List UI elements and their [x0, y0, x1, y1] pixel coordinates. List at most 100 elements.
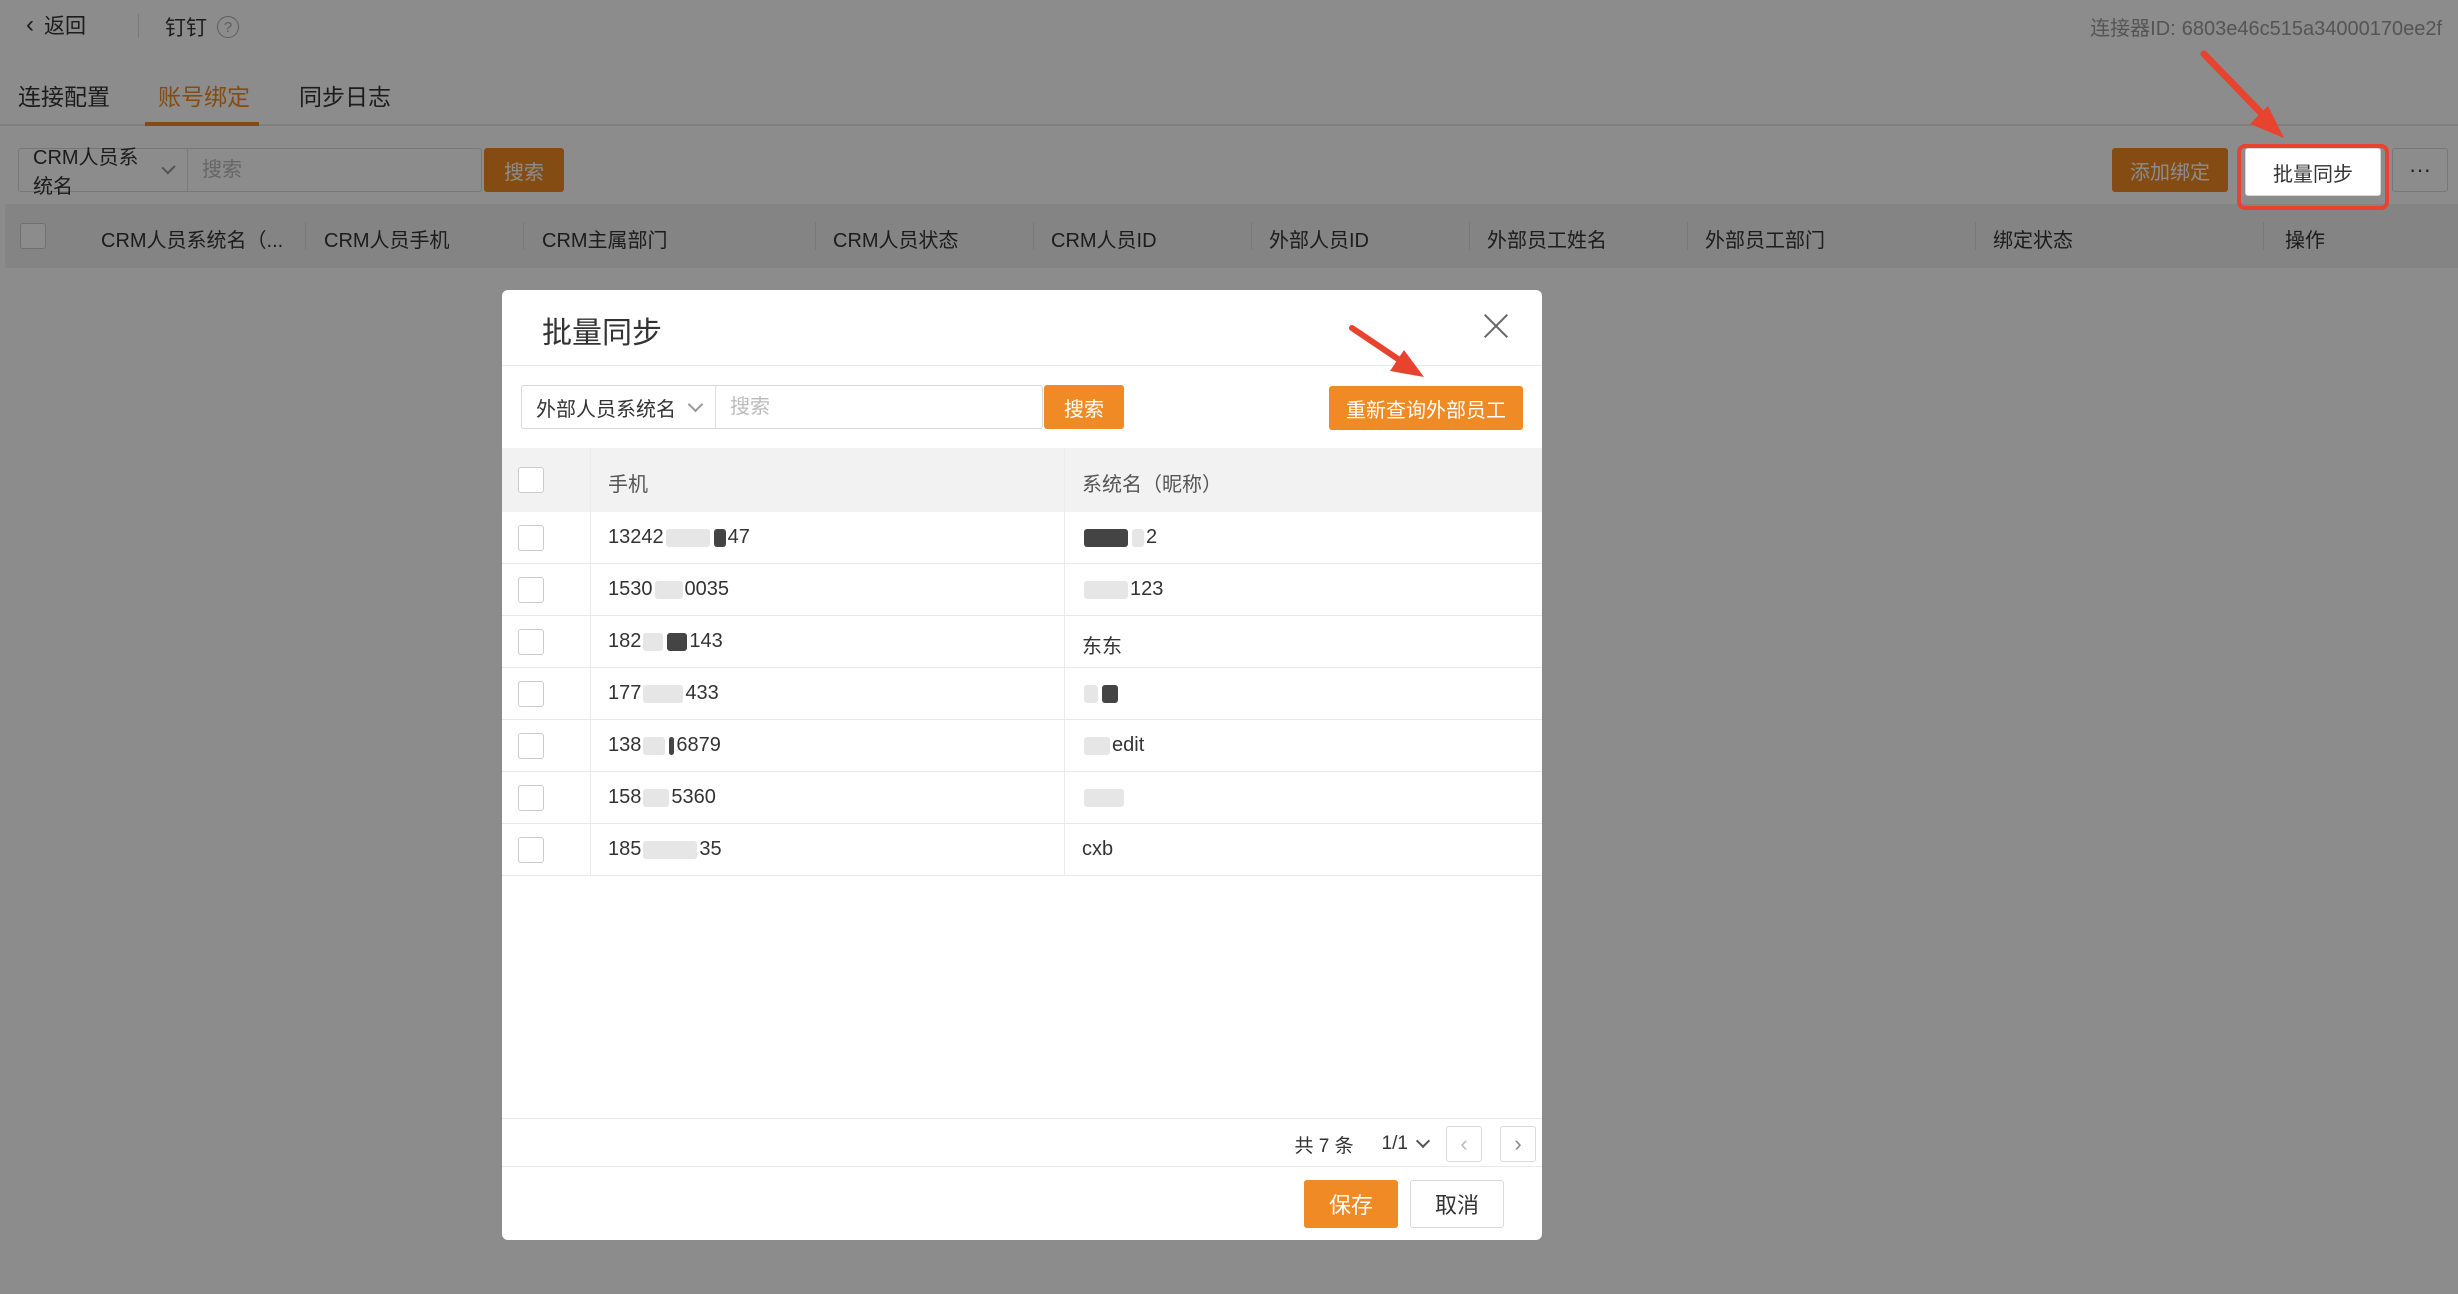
phone-cell: 13242 47 [608, 526, 750, 549]
redacted-text [654, 580, 683, 599]
column-separator [590, 720, 591, 771]
phone-text: 158 [608, 786, 642, 808]
row-checkbox[interactable] [518, 733, 544, 759]
redacted-text [1132, 528, 1144, 547]
phone-text: 138 [608, 734, 642, 756]
name-cell: 123 [1082, 578, 1163, 601]
phone-text: 1530 [608, 578, 653, 600]
annotation-highlight-box [2237, 144, 2389, 210]
phone-text: 13242 [608, 526, 664, 548]
select-all-checkbox[interactable] [518, 467, 544, 493]
column-header-name: 系统名（昵称） [1082, 474, 1222, 496]
phone-text: 433 [685, 682, 719, 704]
name-cell: 东东 [1082, 630, 1122, 659]
column-separator [590, 512, 591, 563]
table-row[interactable]: 185 35 cxb [502, 824, 1542, 876]
pagination: 共 7 条 1/1 ‹ › [1294, 1124, 1536, 1164]
phone-text: 185 [608, 838, 642, 860]
table-header: 手机 系统名（昵称） [502, 448, 1542, 512]
next-page-button[interactable]: › [1500, 1126, 1536, 1162]
batch-sync-dialog: 批量同步 外部人员系统名 搜索 重新查询外部员工 手机 系统名（昵称） 1324… [502, 290, 1542, 1240]
redacted-text [713, 528, 726, 547]
column-separator [1064, 448, 1065, 512]
dialog-title: 批量同步 [542, 317, 662, 350]
external-field-select-label: 外部人员系统名 [536, 398, 676, 421]
column-separator [590, 564, 591, 615]
column-separator [590, 616, 591, 667]
cancel-button[interactable]: 取消 [1410, 1180, 1504, 1228]
redacted-text [643, 840, 698, 859]
column-separator [1064, 772, 1065, 823]
chevron-down-icon [687, 396, 704, 412]
redacted-text [643, 736, 666, 755]
phone-text: 5360 [671, 786, 716, 808]
redacted-text [1084, 580, 1128, 599]
page-select[interactable]: 1/1 [1381, 1133, 1431, 1155]
table-row[interactable]: 177 433 [502, 668, 1542, 720]
name-text: cxb [1082, 838, 1114, 860]
redacted-text [1084, 528, 1128, 547]
table-row[interactable]: 1530 0035 123 [502, 564, 1542, 616]
table-row[interactable]: 158 5360 [502, 772, 1542, 824]
dialog-header: 批量同步 [502, 290, 1542, 366]
name-cell: edit [1082, 734, 1144, 757]
column-separator [1064, 824, 1065, 875]
phone-cell: 182 143 [608, 630, 723, 653]
phone-text: 177 [608, 682, 642, 704]
name-text: edit [1112, 734, 1145, 756]
table-footer-divider [502, 1118, 1542, 1119]
table-row[interactable]: 13242 47 2 [502, 512, 1542, 564]
column-separator [1064, 564, 1065, 615]
column-separator [1064, 720, 1065, 771]
redacted-text [1102, 684, 1118, 703]
external-search-input[interactable] [716, 386, 1042, 428]
phone-cell: 138 6879 [608, 734, 721, 757]
external-search-filter: 外部人员系统名 [521, 385, 1043, 429]
dialog-footer-divider [502, 1166, 1542, 1167]
redacted-text [643, 788, 670, 807]
row-checkbox[interactable] [518, 785, 544, 811]
redacted-text [1084, 788, 1124, 807]
chevron-down-icon [1415, 1133, 1431, 1149]
redacted-text [667, 632, 688, 651]
row-checkbox[interactable] [518, 837, 544, 863]
name-cell: 2 [1082, 526, 1157, 549]
row-checkbox[interactable] [518, 681, 544, 707]
column-separator [590, 448, 591, 512]
row-checkbox[interactable] [518, 629, 544, 655]
phone-cell: 185 35 [608, 838, 722, 861]
redacted-text [1084, 684, 1098, 703]
close-icon[interactable] [1480, 310, 1512, 342]
name-text: 东东 [1082, 636, 1122, 658]
table-row[interactable]: 182 143 东东 [502, 616, 1542, 668]
external-search-button[interactable]: 搜索 [1044, 385, 1124, 429]
phone-text: 182 [608, 630, 642, 652]
row-checkbox[interactable] [518, 525, 544, 551]
phone-cell: 1530 0035 [608, 578, 729, 601]
page-indicator: 1/1 [1381, 1133, 1408, 1154]
phone-text: 143 [689, 630, 723, 652]
column-separator [590, 824, 591, 875]
external-field-select[interactable]: 外部人员系统名 [522, 386, 716, 428]
save-button[interactable]: 保存 [1304, 1180, 1398, 1228]
phone-text: 6879 [676, 734, 721, 756]
redacted-text [665, 528, 710, 547]
name-text: 123 [1130, 578, 1164, 600]
redacted-text [1084, 736, 1110, 755]
name-text: 2 [1146, 526, 1158, 548]
redacted-text [643, 632, 664, 651]
refresh-external-employees-button[interactable]: 重新查询外部员工 [1329, 386, 1523, 430]
table-row[interactable]: 138 6879 edit [502, 720, 1542, 772]
name-cell [1082, 682, 1120, 705]
redacted-text [669, 736, 675, 755]
name-cell: cxb [1082, 838, 1113, 861]
row-checkbox[interactable] [518, 577, 544, 603]
phone-text: 35 [699, 838, 722, 860]
column-separator [1064, 668, 1065, 719]
pagination-total: 共 7 条 [1294, 1135, 1354, 1157]
column-separator [590, 668, 591, 719]
column-separator [1064, 512, 1065, 563]
prev-page-button[interactable]: ‹ [1446, 1126, 1482, 1162]
redacted-text [643, 684, 684, 703]
phone-text: 0035 [684, 578, 730, 600]
